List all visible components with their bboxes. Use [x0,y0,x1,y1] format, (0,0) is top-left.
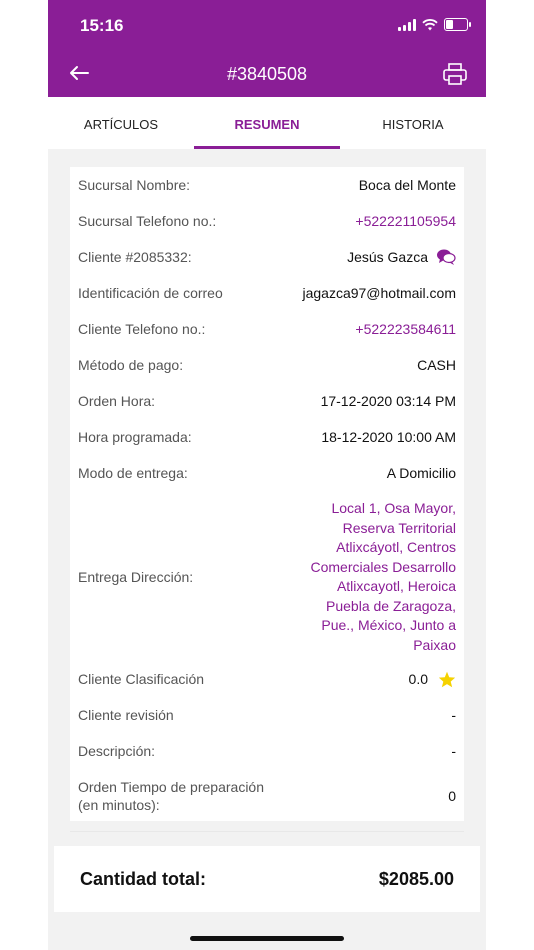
scheduled-time-label: Hora programada: [78,429,192,445]
signal-icon [398,18,416,31]
tab-resumen[interactable]: RESUMEN [194,97,340,149]
branch-phone-label: Sucursal Telefono no.: [78,213,217,229]
home-indicator [190,936,344,941]
rating-label: Cliente Clasificación [78,671,205,687]
total-card: Cantidad total: $2085.00 [54,846,480,912]
order-time-row: Orden Hora: 17-12-2020 03:14 PM [78,391,456,411]
rating-value-group: 0.0 [409,671,456,688]
app-frame: 15:16 #3840508 ARTÍCULOS RESUMEN HISTORI… [48,0,486,950]
scheduled-time-row: Hora programada: 18-12-2020 10:00 AM [78,427,456,447]
review-value: - [451,707,456,723]
scheduled-time-value: 18-12-2020 10:00 AM [321,429,456,445]
payment-value: CASH [417,357,456,373]
delivery-address-value[interactable]: Local 1, Osa Mayor, Reserva Territorial … [291,499,457,655]
wifi-icon [422,18,438,30]
delivery-mode-label: Modo de entrega: [78,465,188,481]
email-label: Identificación de correo [78,285,223,301]
payment-row: Método de pago: CASH [78,355,456,375]
total-label: Cantidad total: [80,868,206,889]
rating-row: Cliente Clasificación 0.0 [78,669,456,689]
delivery-mode-value: A Domicilio [386,465,456,481]
prep-time-label: Orden Tiempo de preparación (en minutos)… [78,779,264,813]
order-title: #3840508 [226,64,308,84]
review-label: Cliente revisión [78,707,174,723]
review-row: Cliente revisión - [78,705,456,725]
branch-phone-link[interactable]: +522221105954 [355,213,456,229]
tab-bar: ARTÍCULOS RESUMEN HISTORIA [48,97,486,149]
delivery-mode-row: Modo de entrega: A Domicilio [78,463,456,483]
chat-icon[interactable] [436,248,456,266]
order-time-label: Orden Hora: [78,393,156,409]
branch-phone-row: Sucursal Telefono no.: +522221105954 [78,211,456,231]
prep-time-value: 0 [448,788,456,804]
customer-phone-link[interactable]: +522223584611 [355,321,456,337]
email-row: Identificación de correo jagazca97@hotma… [78,283,456,303]
rating-value: 0.0 [408,671,428,687]
description-row: Descripción: - [78,741,456,761]
print-icon[interactable] [442,62,468,86]
battery-icon [444,18,471,31]
divider [70,831,464,832]
delivery-address-row: Entrega Dirección: Local 1, Osa Mayor, R… [78,499,456,655]
email-value: jagazca97@hotmail.com [302,285,456,301]
status-time: 15:16 [80,16,124,35]
description-value: - [451,743,456,759]
customer-phone-row: Cliente Telefono no.: +522223584611 [78,319,456,339]
tab-historia[interactable]: HISTORIA [340,97,486,149]
tab-articulos[interactable]: ARTÍCULOS [48,97,194,149]
header-bar: 15:16 #3840508 [48,0,486,97]
branch-name-row: Sucursal Nombre: Boca del Monte [78,175,456,195]
star-icon [438,671,456,687]
customer-row: Cliente #2085332: Jesús Gazca [78,247,456,267]
branch-name-label: Sucursal Nombre: [78,177,191,193]
payment-label: Método de pago: [78,357,184,373]
customer-name: Jesús Gazca [347,249,428,265]
branch-name-value: Boca del Monte [358,177,456,193]
description-label: Descripción: [78,743,156,759]
order-time-value: 17-12-2020 03:14 PM [320,393,456,409]
customer-label: Cliente #2085332: [78,249,192,265]
total-value: $2085.00 [378,868,454,889]
customer-phone-label: Cliente Telefono no.: [78,321,206,337]
customer-value-group: Jesús Gazca [347,248,456,266]
delivery-address-label: Entrega Dirección: [78,569,194,585]
summary-card: Sucursal Nombre: Boca del Monte Sucursal… [70,167,464,821]
prep-time-row: Orden Tiempo de preparación (en minutos)… [78,777,456,815]
status-icons [398,18,471,31]
